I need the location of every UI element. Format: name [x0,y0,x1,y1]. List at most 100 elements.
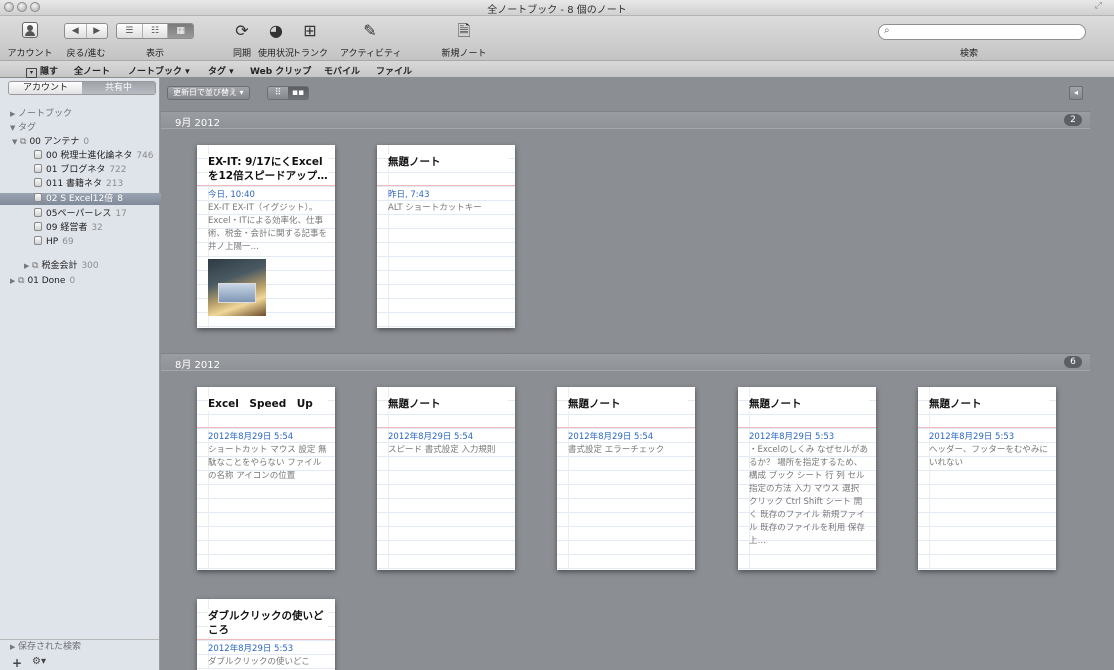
disclosure-icon: ▼ [10,124,16,132]
settings-button[interactable]: ⚙▾ [32,656,46,667]
card-view-button[interactable]: ▦ [168,24,193,38]
tags-section[interactable]: ▼ タグ [0,122,169,134]
tab-shared[interactable]: 共有中 [82,82,155,94]
note-title: 無題ノート [929,397,1049,411]
note-snippet: スピード 書式設定 入力規則 [388,445,496,455]
notebook-menu[interactable]: ノートブック ▾ [128,64,190,77]
notebook-section[interactable]: ▶ ノートブック [0,108,169,120]
title-bar: 全ノートブック - 8 個のノート ⤢ [0,0,1114,16]
right-pane-edge [1090,78,1114,670]
note-date: 2012年8月29日 5:54 [568,432,654,442]
card-size-control: ⠿ ▪▪ [267,86,309,100]
note-card[interactable]: 無題ノート 昨日, 7:43 ALT ショートカットキー [377,145,515,328]
tag-done[interactable]: ▶ ⧉ 01 Done 0 [0,275,169,287]
search-label: 検索 [960,49,979,59]
note-snippet: EX-IT EX-IT（イグジット）。Excel・ITによる効率化、仕事術、税金… [208,203,328,252]
small-cards-button[interactable]: ⠿ [268,87,288,99]
note-snippet: ・Excelのしくみ なぜセルがあるか？ 場所を指定するため、構成 ブック シー… [749,445,869,546]
account-button[interactable]: アカウント [7,16,53,60]
window-title: 全ノートブック - 8 個のノート [487,5,627,16]
note-snippet: ALT ショートカットキー [388,203,482,213]
sort-button[interactable]: 更新日で並び替え ▾ [167,86,250,100]
disclosure-icon: ▶ [10,110,16,118]
notes-card-view: 更新日で並び替え ▾ ⠿ ▪▪ ◂ 9月 2012 2 EX-IT: 9/17に… [161,78,1114,670]
note-date: 2012年8月29日 5:53 [929,432,1015,442]
note-title: EX-IT: 9/17にくExcelを12倍スピードアップ… [208,155,328,183]
pie-chart-icon: ◕ [269,21,283,40]
note-snippet: ヘッダー、フッターをむやみにいれない [929,445,1048,468]
note-card[interactable]: 無題ノート 2012年8月29日 5:53 ・Excelのしくみ なぜセルがある… [738,387,876,570]
trunk-icon: ⊞ [303,21,317,40]
add-button[interactable]: + [12,656,22,670]
note-date: 2012年8月29日 5:54 [208,432,294,442]
tab-account[interactable]: アカウント [9,82,82,94]
tag-stack-icon: ⧉ [32,261,39,271]
note-date: 2012年8月29日 5:53 [208,644,294,654]
tag-icon [34,236,42,245]
tag-antenna[interactable]: ▼ ⧉ 00 アンテナ 0 [0,136,171,148]
search-icon: ⌕ [884,25,890,36]
note-card[interactable]: ダブルクリックの使いどころ 2012年8月29日 5:53 ダブルクリックの使い… [197,599,335,670]
tag-tax-accounting[interactable]: ▶ ⧉ 税金会計 300 [0,260,183,272]
list-view-button[interactable]: ☰ [117,24,143,38]
trunk-button[interactable]: ⊞ トランク [292,16,328,60]
tag-stack-icon: ⧉ [20,137,27,147]
large-cards-button[interactable]: ▪▪ [288,87,308,99]
note-title: 無題ノート [388,397,508,411]
new-note-button[interactable]: 🗎 新規ノート [441,16,486,60]
group-count-badge: 6 [1064,356,1082,368]
note-title: 無題ノート [749,397,869,411]
web-clip-button[interactable]: Web クリップ [250,64,311,77]
tag-icon [34,150,42,159]
search-input[interactable]: ⌕ [878,24,1086,40]
view-control: ☰ ☷ ▦ 表示 [116,16,194,60]
tag-icon [34,164,42,173]
note-snippet: 書式設定 エラーチェック [568,445,665,455]
note-date: 2012年8月29日 5:53 [749,432,835,442]
new-note-icon: 🗎 [457,21,471,40]
disclosure-icon: ▼ [12,138,18,146]
back-button[interactable]: ◀ [65,24,87,38]
group-header-sep-2012: 9月 2012 2 [161,111,1090,129]
file-button[interactable]: ファイル [376,64,412,77]
note-snippet: ダブルクリックの使いどこ [208,657,310,667]
note-title: Excel Speed Up [208,397,328,411]
hide-icon: ▾ [26,68,37,78]
note-date: 今日, 10:40 [208,190,255,200]
note-title: 無題ノート [388,155,508,169]
collapse-pane-button[interactable]: ◂ [1069,86,1083,100]
all-notes-button[interactable]: 全ノート [74,64,110,77]
mobile-button[interactable]: モバイル [324,64,360,77]
note-title: ダブルクリックの使いどころ [208,609,328,637]
note-card[interactable]: 無題ノート 2012年8月29日 5:54 書式設定 エラーチェック [557,387,695,570]
sidebar-tabs: アカウント 共有中 [8,81,156,95]
tag-icon [34,178,42,187]
group-header-aug-2012: 8月 2012 6 [161,353,1090,371]
hide-button[interactable]: ▾ 隠す [26,64,58,78]
note-card[interactable]: EX-IT: 9/17にくExcelを12倍スピードアップ… 今日, 10:40… [197,145,335,328]
note-date: 2012年8月29日 5:54 [388,432,474,442]
note-card[interactable]: 無題ノート 2012年8月29日 5:53 ヘッダー、フッターをむやみにいれない [918,387,1056,570]
tag-stack-icon: ⧉ [18,276,25,286]
note-title: 無題ノート [568,397,688,411]
sidebar-footer: + ⚙▾ [0,639,159,670]
expanded-view-button[interactable]: ☷ [143,24,169,38]
sidebar: アカウント 共有中 ▶ ノートブック ▼ タグ ▼ ⧉ 00 アンテナ 0 00 税理士進… [0,78,193,670]
disclosure-icon: ▶ [24,262,30,270]
activity-icon: ✎ [363,21,377,40]
note-card[interactable]: 無題ノート 2012年8月29日 5:54 スピード 書式設定 入力規則 [377,387,515,570]
note-thumbnail-image [208,259,266,316]
note-date: 昨日, 7:43 [388,190,430,200]
forward-button[interactable]: ▶ [87,24,108,38]
note-card[interactable]: Excel Speed Up 2012年8月29日 5:54 ショートカット マ… [197,387,335,570]
tag-menu[interactable]: タグ ▾ [208,64,234,77]
disclosure-icon: ▶ [10,277,16,285]
sync-icon: ⟳ [235,21,249,40]
activity-button[interactable]: ✎ アクティビティ [340,16,401,60]
tag-icon [34,193,42,202]
toolbar: アカウント ◀ ▶ 戻る/進む ☰ ☷ ▦ 表示 ⟳ 同期 ◕ 使用状況 ⊞ ト… [0,16,1114,60]
group-count-badge: 2 [1064,114,1082,126]
fullscreen-icon[interactable]: ⤢ [1095,1,1102,11]
filter-bar: ▾ 隠す 全ノート ノートブック ▾ タグ ▾ Web クリップ モバイル ファイ… [0,60,1114,78]
note-snippet: ショートカット マウス 設定 無駄なことをやらない ファイルの名称 アイコンの位… [208,445,327,481]
